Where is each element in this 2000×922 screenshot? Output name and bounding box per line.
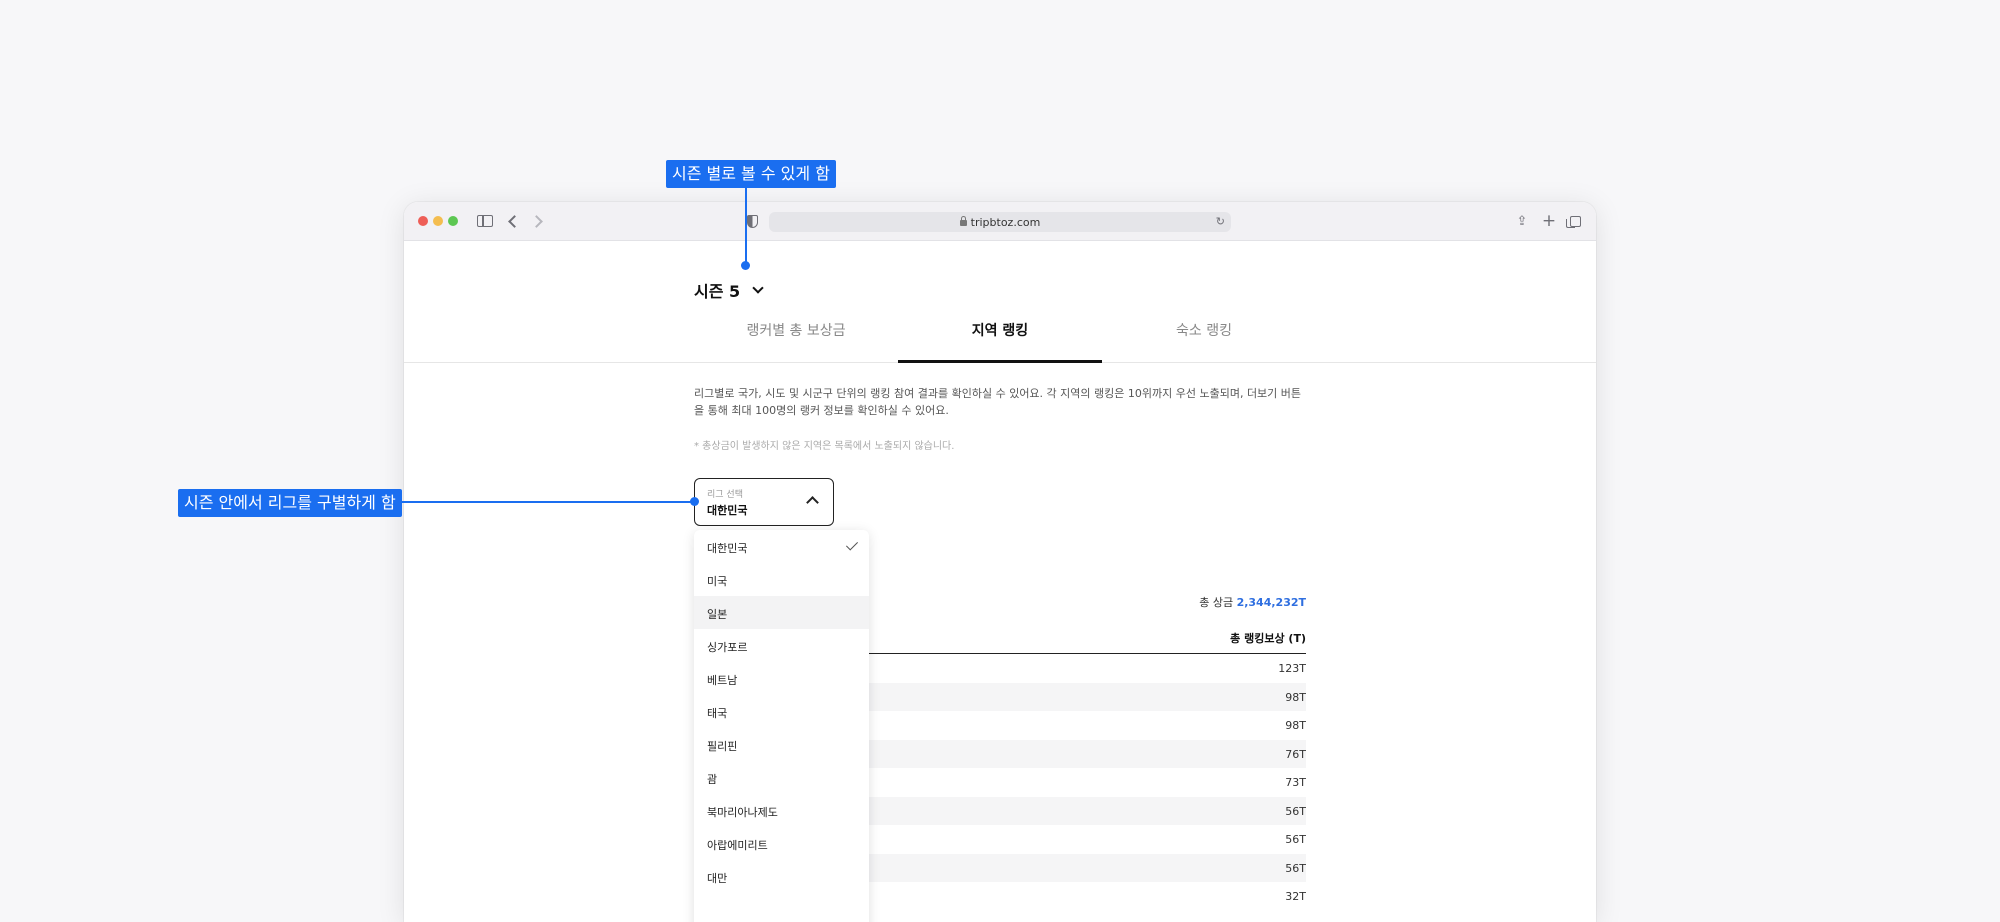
league-annotation-label: 시즌 안에서 리그를 구별하게 함 — [178, 489, 402, 517]
forward-icon[interactable] — [529, 211, 546, 231]
tab-overview-icon[interactable] — [1565, 211, 1583, 231]
ranking-description: 리그별로 국가, 시도 및 시군구 단위의 랭킹 참여 결과를 확인하실 수 있… — [694, 387, 1302, 417]
league-option-singapore[interactable]: 싱가포르 — [694, 629, 869, 662]
page-content: 시즌 5 랭커별 총 보상금 지역 랭킹 숙소 랭킹 리그별로 국가, 시도 및… — [404, 240, 1596, 922]
chevron-down-icon — [752, 282, 764, 294]
chevron-up-icon — [806, 496, 819, 509]
league-option-japan[interactable]: 일본 — [694, 596, 869, 629]
reward-cell: 56T — [1285, 804, 1306, 818]
tab-hotel-ranking[interactable]: 숙소 랭킹 — [1102, 320, 1306, 342]
league-option-northern-mariana[interactable]: 북마리아나제도 — [694, 794, 869, 827]
season-selector[interactable]: 시즌 5 — [694, 278, 764, 302]
total-prize: 총 상금 2,344,232T — [1199, 594, 1306, 610]
league-option-philippines[interactable]: 필리핀 — [694, 728, 869, 761]
reward-cell: 73T — [1285, 776, 1306, 789]
ranking-note: * 총상금이 발생하지 않은 지역은 목록에서 노출되지 않습니다. — [694, 441, 955, 452]
season-label: 시즌 5 — [694, 282, 741, 301]
reward-cell: 98T — [1285, 719, 1306, 732]
total-prize-value: 2,344,232T — [1236, 596, 1306, 609]
ranking-tabs: 랭커별 총 보상금 지역 랭킹 숙소 랭킹 — [404, 320, 1596, 363]
reward-column-header: 총 랭킹보상 (T) — [1230, 632, 1306, 645]
check-icon — [845, 538, 859, 551]
sidebar-toggle-icon[interactable] — [475, 211, 495, 231]
zoom-window-button[interactable] — [448, 216, 458, 226]
tab-ranker-rewards[interactable]: 랭커별 총 보상금 — [694, 320, 898, 342]
address-bar[interactable]: tripbtoz.com ↻ — [769, 212, 1231, 232]
reload-icon[interactable]: ↻ — [1216, 215, 1225, 228]
league-select-value: 대한민국 — [707, 504, 748, 517]
reward-cell: 123T — [1278, 662, 1306, 675]
lock-icon — [959, 216, 967, 226]
league-option-thailand[interactable]: 태국 — [694, 695, 869, 728]
league-annotation-line — [392, 501, 694, 503]
league-dropdown: 대한민국 미국 일본 싱가포르 베트남 태국 필리핀 괌 북마리아나제도 아랍에… — [694, 530, 869, 922]
reward-cell: 98T — [1285, 690, 1306, 704]
league-option-korea[interactable]: 대한민국 — [694, 530, 869, 563]
browser-window: tripbtoz.com ↻ ⇪ + 시즌 5 랭커별 총 보상금 지역 랭킹 … — [404, 202, 1596, 922]
reward-cell: 32T — [1285, 890, 1306, 903]
close-window-button[interactable] — [418, 216, 428, 226]
league-option-usa[interactable]: 미국 — [694, 563, 869, 596]
season-annotation-dot — [741, 261, 750, 270]
reward-cell: 56T — [1285, 833, 1306, 846]
league-option-taiwan[interactable]: 대만 — [694, 860, 869, 893]
league-select-label: 리그 선택 — [707, 490, 743, 500]
tab-region-ranking[interactable]: 지역 랭킹 — [898, 320, 1102, 363]
minimize-window-button[interactable] — [433, 216, 443, 226]
reward-cell: 56T — [1285, 861, 1306, 875]
reward-cell: 76T — [1285, 747, 1306, 761]
url-text: tripbtoz.com — [970, 215, 1041, 229]
league-select[interactable]: 리그 선택 대한민국 — [694, 478, 834, 526]
season-annotation-label: 시즌 별로 볼 수 있게 함 — [666, 160, 836, 188]
league-option-guam[interactable]: 괌 — [694, 761, 869, 794]
league-annotation-dot — [690, 497, 699, 506]
browser-toolbar: tripbtoz.com ↻ ⇪ + — [404, 202, 1596, 241]
league-option-uae[interactable]: 아랍에미리트 — [694, 827, 869, 860]
new-tab-icon[interactable]: + — [1541, 211, 1557, 231]
season-annotation-line — [745, 188, 747, 265]
total-prize-label: 총 상금 — [1199, 596, 1234, 609]
share-icon[interactable]: ⇪ — [1514, 211, 1530, 231]
back-icon[interactable] — [504, 211, 521, 231]
league-option-vietnam[interactable]: 베트남 — [694, 662, 869, 695]
